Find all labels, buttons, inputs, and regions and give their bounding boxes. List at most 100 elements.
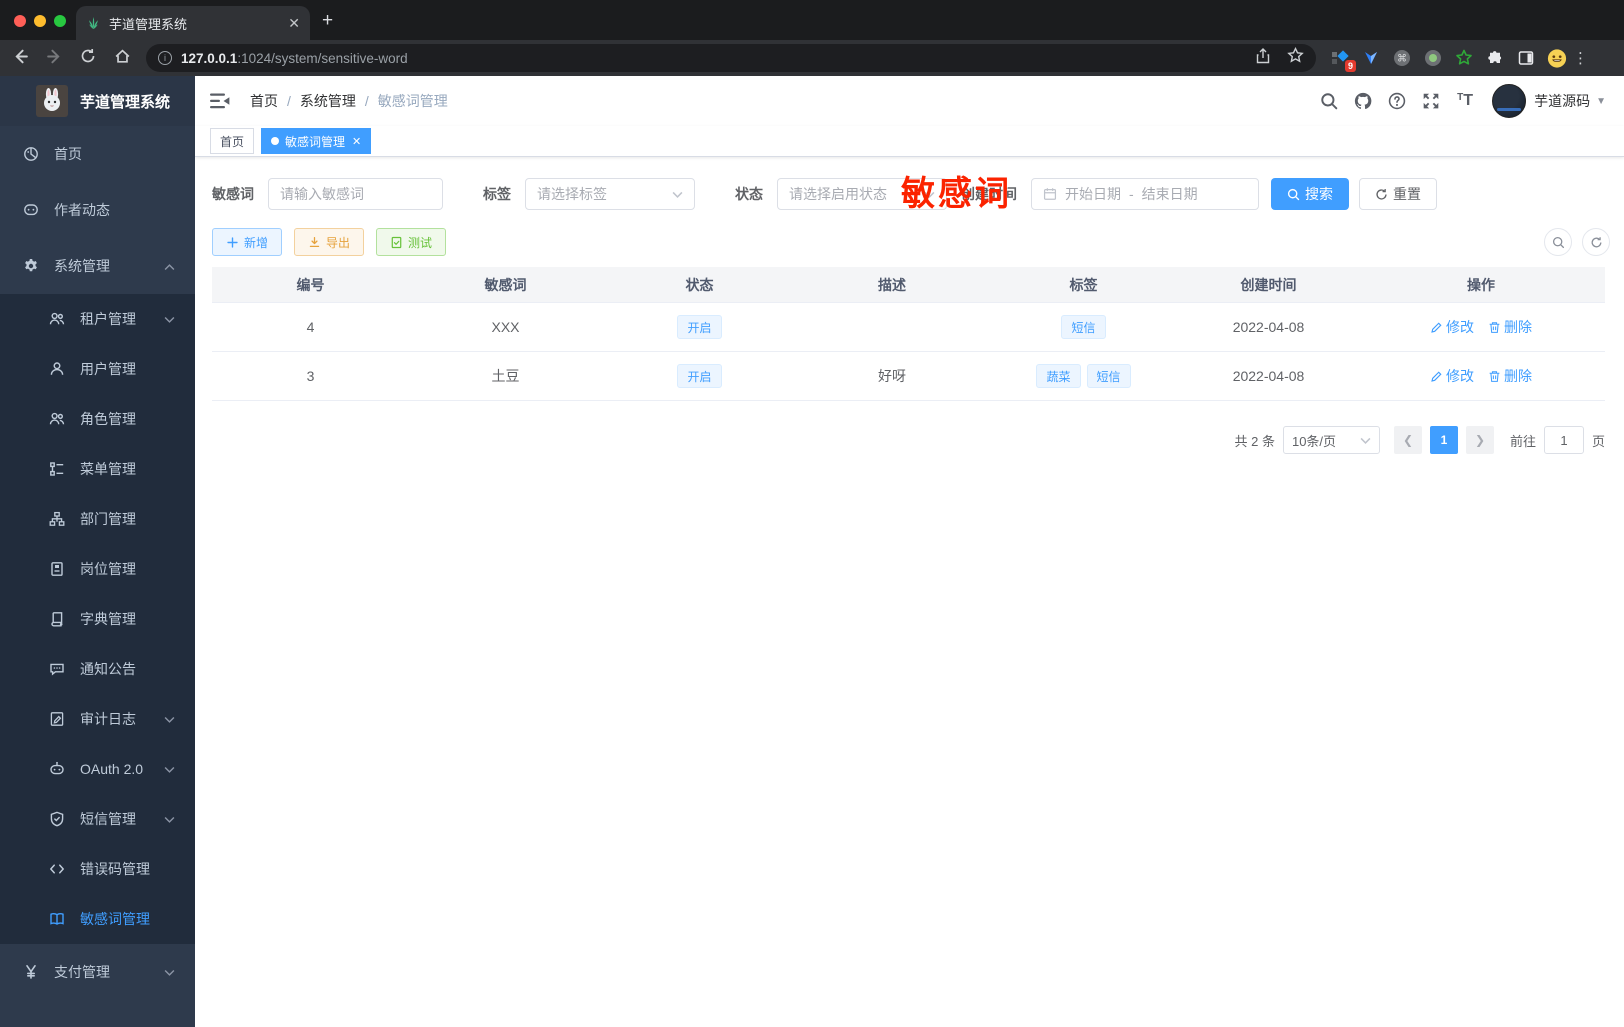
extension-icons: 9 ⌘ [1330, 48, 1567, 72]
user-avatar[interactable] [1492, 84, 1527, 118]
delete-link[interactable]: 删除 [1488, 317, 1532, 337]
cell-id: 3 [306, 368, 315, 384]
sidebar-item-home[interactable]: 首页 [0, 126, 195, 182]
sidebar-item-oauth2[interactable]: OAuth 2.0 [0, 744, 195, 794]
show-search-icon[interactable] [1544, 228, 1572, 256]
user-menu-caret-icon[interactable]: ▼ [1596, 96, 1606, 107]
reset-button[interactable]: 重置 [1359, 178, 1437, 210]
sidebar-fold-icon[interactable] [210, 92, 232, 110]
refresh-icon[interactable] [1582, 228, 1610, 256]
tab-close-icon[interactable]: ✕ [352, 135, 361, 148]
tag-select[interactable]: 请选择标签 [525, 178, 695, 210]
help-icon[interactable] [1380, 92, 1414, 110]
extension-blue-diamond-icon[interactable]: 9 [1330, 48, 1356, 72]
audit-log-icon [48, 710, 66, 728]
browser-tab[interactable]: 芋道管理系统 ✕ [76, 6, 310, 40]
back-icon[interactable] [6, 48, 34, 69]
export-button[interactable]: 导出 [294, 228, 365, 256]
sidebar-item-sensitive-word[interactable]: 敏感词管理 [0, 894, 195, 944]
test-button[interactable]: 测试 [376, 228, 447, 256]
keyword-input[interactable]: 请输入敏感词 [268, 178, 443, 210]
sidebar-item-post[interactable]: 岗位管理 [0, 544, 195, 594]
sidebar-item-label: 短信管理 [80, 811, 136, 827]
reload-icon[interactable] [74, 48, 102, 68]
tab-home-label: 首页 [220, 134, 245, 149]
extension-green-star-icon[interactable] [1454, 48, 1474, 68]
breadcrumb-home[interactable]: 首页 [250, 91, 278, 111]
github-icon[interactable] [1346, 92, 1380, 110]
extension-record-icon[interactable] [1423, 48, 1443, 68]
sidebar-item-tenant[interactable]: 租户管理 [0, 294, 195, 344]
home-icon[interactable] [108, 48, 136, 69]
sidebar-item-system[interactable]: 系统管理 [0, 238, 195, 294]
page-unit-label: 页 [1591, 433, 1605, 449]
sidebar-item-payment[interactable]: 支付管理 [0, 944, 195, 1000]
sidebar-item-dict[interactable]: 字典管理 [0, 594, 195, 644]
sidebar-item-label: 系统管理 [54, 258, 110, 274]
extension-kite-icon[interactable] [1361, 48, 1381, 68]
tab-close-icon[interactable]: ✕ [288, 15, 300, 32]
breadcrumb-system[interactable]: 系统管理 [300, 91, 356, 111]
pagination: 共 2 条 10条/页 ❮ 1 ❯ 前往 页 [212, 426, 1605, 454]
tab-sensitive-word[interactable]: 敏感词管理 ✕ [261, 128, 372, 154]
sidebar-item-label: 审计日志 [80, 711, 136, 727]
font-size-icon[interactable]: TT [1448, 92, 1482, 110]
sidebar-item-user[interactable]: 用户管理 [0, 344, 195, 394]
sidebar: 芋道管理系统 首页 作者动态系统管理租户管理用户管理角色管理 菜单管理部门管理岗位管… [0, 76, 195, 1027]
site-info-icon[interactable]: i [158, 51, 172, 65]
edit-link[interactable]: 修改 [1430, 317, 1474, 337]
bunny-logo-icon [36, 85, 68, 117]
sidebar-item-label: 部门管理 [80, 511, 136, 527]
sidebar-logo[interactable]: 芋道管理系统 [0, 76, 195, 126]
sidebar-item-menu[interactable]: 菜单管理 [0, 444, 195, 494]
minimize-window-button[interactable] [34, 15, 46, 27]
prev-page-button[interactable]: ❮ [1393, 426, 1422, 454]
extensions-puzzle-icon[interactable] [1485, 48, 1505, 68]
window-controls [14, 15, 66, 27]
share-icon[interactable] [1255, 47, 1271, 69]
next-page-button[interactable]: ❯ [1465, 426, 1494, 454]
chevron-down-icon [164, 811, 175, 827]
sidebar-item-notice[interactable]: 通知公告 [0, 644, 195, 694]
url-host: 127.0.0.1 [181, 50, 238, 66]
tab-home[interactable]: 首页 [210, 128, 255, 154]
goto-page-input[interactable] [1543, 426, 1584, 454]
sidebar-item-label: 支付管理 [54, 964, 110, 980]
sidebar-item-label: 用户管理 [80, 361, 136, 377]
header-search-icon[interactable] [1312, 92, 1346, 110]
delete-link[interactable]: 删除 [1488, 366, 1532, 386]
url-bar[interactable]: i 127.0.0.1:1024/system/sensitive-word [146, 44, 1316, 72]
bookmark-star-icon[interactable] [1287, 46, 1304, 69]
date-range-picker[interactable]: 开始日期 - 结束日期 [1031, 178, 1259, 210]
extension-badge: 9 [1344, 60, 1356, 72]
search-button[interactable]: 搜索 [1271, 178, 1349, 210]
sidebar-item-author-feed[interactable]: 作者动态 [0, 182, 195, 238]
cell-tags: 短信 [987, 315, 1180, 339]
app: 芋道管理系统 首页 作者动态 系统管理 租户管理 用户管理 角色管理 菜单管理 部门管理 岗位管… [0, 76, 1624, 1027]
sidebar-item-sms[interactable]: 短信管理 [0, 794, 195, 844]
new-tab-button[interactable]: + [322, 10, 333, 32]
browser-menu-kebab-icon[interactable]: ⋮ [1573, 49, 1588, 67]
sidebar-item-audit-log[interactable]: 审计日志 [0, 694, 195, 744]
table-row: 3 土豆 开启 好呀 蔬菜 短信 2022-04-08 修改 删除 [212, 352, 1605, 401]
close-window-button[interactable] [14, 15, 26, 27]
forward-icon[interactable] [40, 48, 68, 69]
sidebar-item-label: 字典管理 [80, 611, 136, 627]
profile-avatar[interactable] [1547, 48, 1567, 68]
sidebar-item-role[interactable]: 角色管理 [0, 394, 195, 444]
zoom-window-button[interactable] [54, 15, 66, 27]
edit-link[interactable]: 修改 [1430, 366, 1474, 386]
current-page-button[interactable]: 1 [1429, 426, 1458, 454]
sidebar-panel-icon[interactable] [1516, 48, 1536, 68]
sidebar-item-dept[interactable]: 部门管理 [0, 494, 195, 544]
fullscreen-icon[interactable] [1414, 92, 1448, 110]
sidebar-item-label: 岗位管理 [80, 561, 136, 577]
top-navbar: 首页 / 系统管理 / 敏感词管理 TT 芋道源码 ▼ [195, 76, 1624, 126]
sidebar-item-error-code[interactable]: 错误码管理 [0, 844, 195, 894]
page-size-select[interactable]: 10条/页 [1282, 426, 1380, 454]
sidebar-item-label: 错误码管理 [80, 861, 150, 877]
extension-command-icon[interactable]: ⌘ [1392, 48, 1412, 68]
add-button[interactable]: 新增 [212, 228, 283, 256]
badge-icon [48, 560, 66, 578]
username[interactable]: 芋道源码 [1534, 91, 1590, 111]
